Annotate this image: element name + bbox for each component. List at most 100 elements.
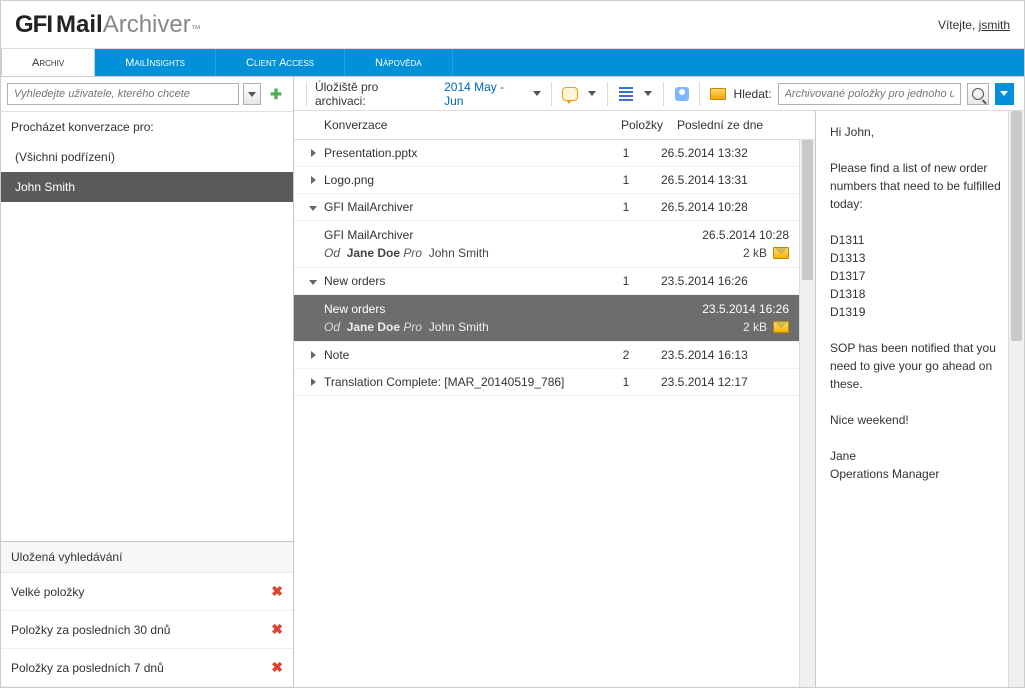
- message-title: New orders: [324, 302, 385, 316]
- conversation-row[interactable]: GFI MailArchiver126.5.2014 10:28: [294, 194, 799, 221]
- scrollbar-thumb[interactable]: [1011, 111, 1022, 341]
- search-label: Hledat:: [734, 87, 772, 101]
- archive-search-input[interactable]: [778, 83, 962, 105]
- chevron-right-icon: [311, 351, 316, 359]
- message-size: 2 kB: [743, 320, 767, 334]
- saved-search-row[interactable]: Položky za posledních 7 dnů ✖: [1, 649, 293, 687]
- conversation-date: 26.5.2014 10:28: [661, 200, 791, 214]
- toolbar: Úložiště pro archivaci: 2014 May - Jun H…: [294, 77, 1024, 111]
- chevron-down-icon: [309, 206, 317, 211]
- user-icon: [675, 87, 689, 101]
- search-dropdown[interactable]: [995, 83, 1014, 105]
- welcome-text: Vítejte, jsmith: [938, 18, 1010, 32]
- conversation-date: 26.5.2014 13:31: [661, 173, 791, 187]
- conversation-view-button[interactable]: [560, 84, 579, 104]
- preview-order: D1311: [830, 231, 1002, 249]
- conversation-row[interactable]: Translation Complete: [MAR_20140519_786]…: [294, 369, 799, 396]
- expand-toggle[interactable]: [302, 200, 324, 214]
- tree-item-all[interactable]: (Všichni podřízení): [1, 142, 293, 172]
- preview-sig-title: Operations Manager: [830, 465, 1002, 483]
- conversation-row[interactable]: New orders123.5.2014 16:26: [294, 268, 799, 295]
- user-button[interactable]: [672, 84, 691, 104]
- delete-saved-search-button[interactable]: ✖: [271, 621, 283, 638]
- conversation-item-count: 2: [591, 348, 661, 362]
- expand-toggle[interactable]: [302, 348, 324, 362]
- mail-icon: [710, 88, 726, 100]
- conversation-title: GFI MailArchiver: [324, 200, 591, 214]
- expand-toggle[interactable]: [302, 173, 324, 187]
- col-date[interactable]: Poslední ze dne: [677, 118, 807, 132]
- tab-client-access[interactable]: Client Access: [216, 49, 345, 76]
- mail-icon: [773, 321, 789, 333]
- main-tabs: Archiv MailInsights Client Access Nápově…: [1, 49, 1024, 77]
- delete-saved-search-button[interactable]: ✖: [271, 583, 283, 600]
- tab-archiv[interactable]: Archiv: [1, 49, 95, 76]
- mail-button[interactable]: [708, 84, 727, 104]
- preview-order: D1313: [830, 249, 1002, 267]
- tab-napoveda[interactable]: Nápověda: [345, 49, 453, 76]
- user-search-input[interactable]: [7, 83, 239, 105]
- message-title: GFI MailArchiver: [324, 228, 413, 242]
- conversation-date: 23.5.2014 12:17: [661, 375, 791, 389]
- user-link[interactable]: jsmith: [979, 18, 1010, 32]
- conversation-row[interactable]: Note223.5.2014 16:13: [294, 342, 799, 369]
- search-icon: [972, 88, 984, 100]
- conversation-date: 23.5.2014 16:26: [661, 274, 791, 288]
- saved-searches-title: Uložená vyhledávání: [1, 541, 293, 573]
- preview-closing: Nice weekend!: [830, 411, 1002, 429]
- saved-search-row[interactable]: Položky za posledních 30 dnů ✖: [1, 611, 293, 649]
- saved-search-label: Položky za posledních 30 dnů: [11, 623, 170, 637]
- user-search-row: ✚: [1, 77, 293, 112]
- chevron-down-icon: [588, 91, 596, 96]
- scrollbar-thumb[interactable]: [802, 140, 813, 280]
- chevron-down-icon: [1000, 91, 1008, 96]
- preview-intro: Please find a list of new order numbers …: [830, 159, 1002, 213]
- message-preview: Hi John, Please find a list of new order…: [816, 111, 1024, 687]
- preview-order: D1317: [830, 267, 1002, 285]
- tree-item-user[interactable]: John Smith: [1, 172, 293, 202]
- store-dropdown[interactable]: [530, 84, 544, 104]
- preview-scrollbar[interactable]: [1008, 111, 1024, 687]
- saved-search-row[interactable]: Velké položky ✖: [1, 573, 293, 611]
- search-button[interactable]: [967, 83, 988, 105]
- browse-label: Procházet konverzace pro:: [1, 112, 293, 142]
- store-label: Úložiště pro archivaci:: [315, 80, 428, 108]
- conversation-view-dropdown[interactable]: [586, 84, 600, 104]
- chevron-down-icon: [644, 91, 652, 96]
- tab-mailinsights[interactable]: MailInsights: [95, 49, 216, 76]
- message-date: 23.5.2014 16:26: [702, 302, 789, 316]
- conversation-item-count: 1: [591, 173, 661, 187]
- conversation-title: Translation Complete: [MAR_20140519_786]: [324, 375, 591, 389]
- col-items[interactable]: Položky: [607, 118, 677, 132]
- message-row[interactable]: GFI MailArchiver 26.5.2014 10:28 Od Jane D…: [294, 221, 799, 268]
- chevron-right-icon: [311, 378, 316, 386]
- mail-icon: [773, 247, 789, 259]
- conversation-title: New orders: [324, 274, 591, 288]
- plus-icon: ✚: [270, 86, 282, 103]
- expand-toggle[interactable]: [302, 375, 324, 389]
- user-search-dropdown[interactable]: [243, 83, 261, 105]
- col-conversation[interactable]: Konverzace: [324, 118, 607, 132]
- conversation-row[interactable]: Logo.png126.5.2014 13:31: [294, 167, 799, 194]
- message-date: 26.5.2014 10:28: [702, 228, 789, 242]
- message-from-to: Od Jane Doe Pro John Smith: [324, 246, 489, 260]
- chevron-down-icon: [309, 280, 317, 285]
- expand-toggle[interactable]: [302, 146, 324, 160]
- delete-saved-search-button[interactable]: ✖: [271, 659, 283, 676]
- message-row[interactable]: New orders23.5.2014 16:26Od Jane Doe Pro…: [294, 295, 799, 342]
- conversation-date: 26.5.2014 13:32: [661, 146, 791, 160]
- list-scrollbar[interactable]: [799, 140, 815, 687]
- conversation-list: Konverzace Položky Poslední ze dne Prese…: [294, 111, 816, 687]
- conversation-title: Note: [324, 348, 591, 362]
- conversation-item-count: 1: [591, 274, 661, 288]
- list-view-button[interactable]: [616, 84, 635, 104]
- store-selector[interactable]: 2014 May - Jun: [444, 80, 524, 108]
- saved-search-label: Velké položky: [11, 585, 84, 599]
- expand-toggle[interactable]: [302, 274, 324, 288]
- list-header: Konverzace Položky Poslední ze dne: [294, 111, 815, 140]
- conversation-row[interactable]: Presentation.pptx126.5.2014 13:32: [294, 140, 799, 167]
- add-user-button[interactable]: ✚: [265, 83, 287, 105]
- conversation-item-count: 1: [591, 375, 661, 389]
- list-view-dropdown[interactable]: [641, 84, 655, 104]
- preview-note: SOP has been notified that you need to g…: [830, 339, 1002, 393]
